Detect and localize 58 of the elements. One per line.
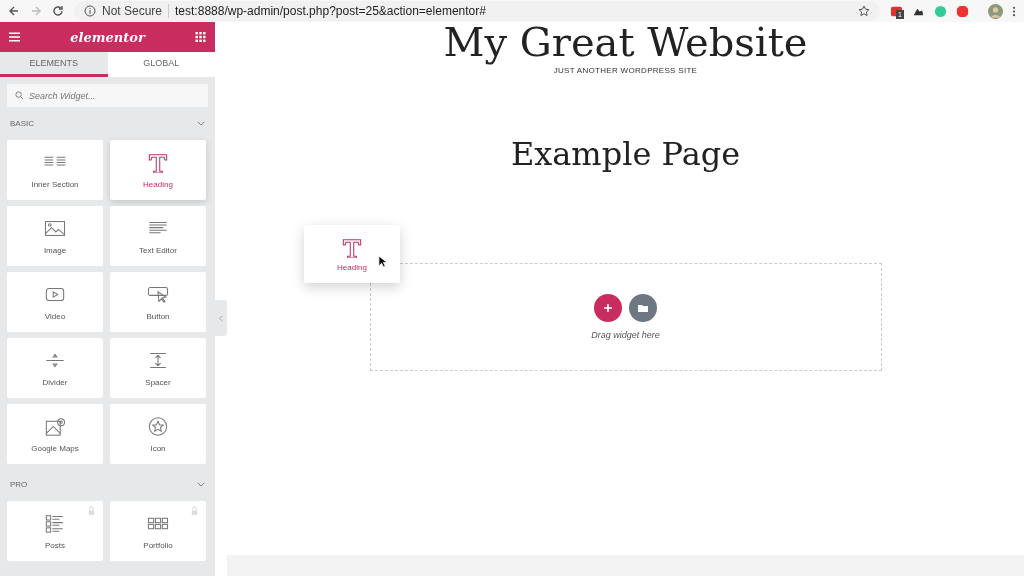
widget-label: Video	[44, 311, 66, 321]
widget-label: Heading	[143, 179, 173, 189]
category-title: PRO	[10, 480, 28, 489]
template-button[interactable]	[629, 294, 657, 322]
star-icon[interactable]	[858, 5, 870, 17]
widget-card[interactable]: Image	[7, 206, 103, 266]
folder-icon	[638, 303, 648, 313]
url-text: test:8888/wp-admin/post.php?post=25&action=elementor#	[175, 4, 487, 18]
widget-card[interactable]: Button	[110, 272, 206, 332]
widget-label: Button	[146, 311, 170, 321]
widget-card[interactable]: Heading	[110, 140, 206, 200]
site-tagline: JUST ANOTHER WORDPRESS SITE	[553, 66, 698, 75]
widget-card[interactable]: Spacer	[110, 338, 206, 398]
widget-card[interactable]: Video	[7, 272, 103, 332]
search-field[interactable]: Search Widget...	[7, 84, 208, 107]
category-title: BASIC	[10, 119, 34, 128]
widget-label: Posts	[45, 540, 65, 550]
widget-label: Divider	[42, 377, 68, 387]
widget-card[interactable]: Portfolio	[110, 501, 206, 561]
widget-label: Icon	[150, 443, 166, 453]
security-label: Not Secure	[102, 4, 170, 18]
reload-icon[interactable]	[52, 5, 64, 17]
widget-label: Google Maps	[31, 443, 79, 453]
widget-label: Heading	[337, 262, 367, 272]
avatar-icon[interactable]	[988, 3, 1003, 19]
page-title: Example Page	[510, 135, 741, 173]
collapse-handle[interactable]	[215, 300, 227, 336]
widget-label: Portfolio	[143, 540, 173, 550]
cursor-icon	[378, 255, 387, 268]
widget-label: Image	[43, 245, 67, 255]
widget-card[interactable]: Posts	[7, 501, 103, 561]
category-header[interactable]: BASIC	[7, 107, 208, 140]
widget-card[interactable]: Text Editor	[110, 206, 206, 266]
add-section-button[interactable]	[594, 294, 622, 322]
chevron-icon	[197, 121, 205, 126]
panel-tab[interactable]: ELEMENTS	[0, 52, 108, 77]
info-icon[interactable]	[84, 5, 96, 17]
widget-card[interactable]: Google Maps	[7, 404, 103, 464]
widget-label: Spacer	[145, 377, 171, 387]
site-title: My Great Website	[443, 20, 808, 64]
search-icon	[15, 91, 24, 100]
widget-label: Inner Section	[31, 179, 79, 189]
drop-hint: Drag widget here	[591, 330, 660, 340]
menu-icon[interactable]	[9, 32, 20, 42]
widget-card[interactable]: Divider	[7, 338, 103, 398]
category-header[interactable]: PRO	[7, 468, 208, 501]
more-icon[interactable]	[1012, 4, 1016, 18]
chevron-left-icon	[219, 314, 223, 322]
brand-logo: elementor	[70, 29, 145, 45]
address-bar[interactable]: Not Secure test:8888/wp-admin/post.php?post=25&action=elementor#	[74, 1, 880, 21]
adblock-icon[interactable]	[956, 4, 969, 18]
apps-grid-icon[interactable]	[195, 32, 206, 42]
chevron-icon	[197, 482, 205, 487]
widget-card[interactable]: Icon	[110, 404, 206, 464]
widget-card[interactable]: Inner Section	[7, 140, 103, 200]
back-icon[interactable]	[8, 5, 20, 17]
widget-label: Text Editor	[139, 245, 177, 255]
plus-icon	[603, 303, 613, 313]
